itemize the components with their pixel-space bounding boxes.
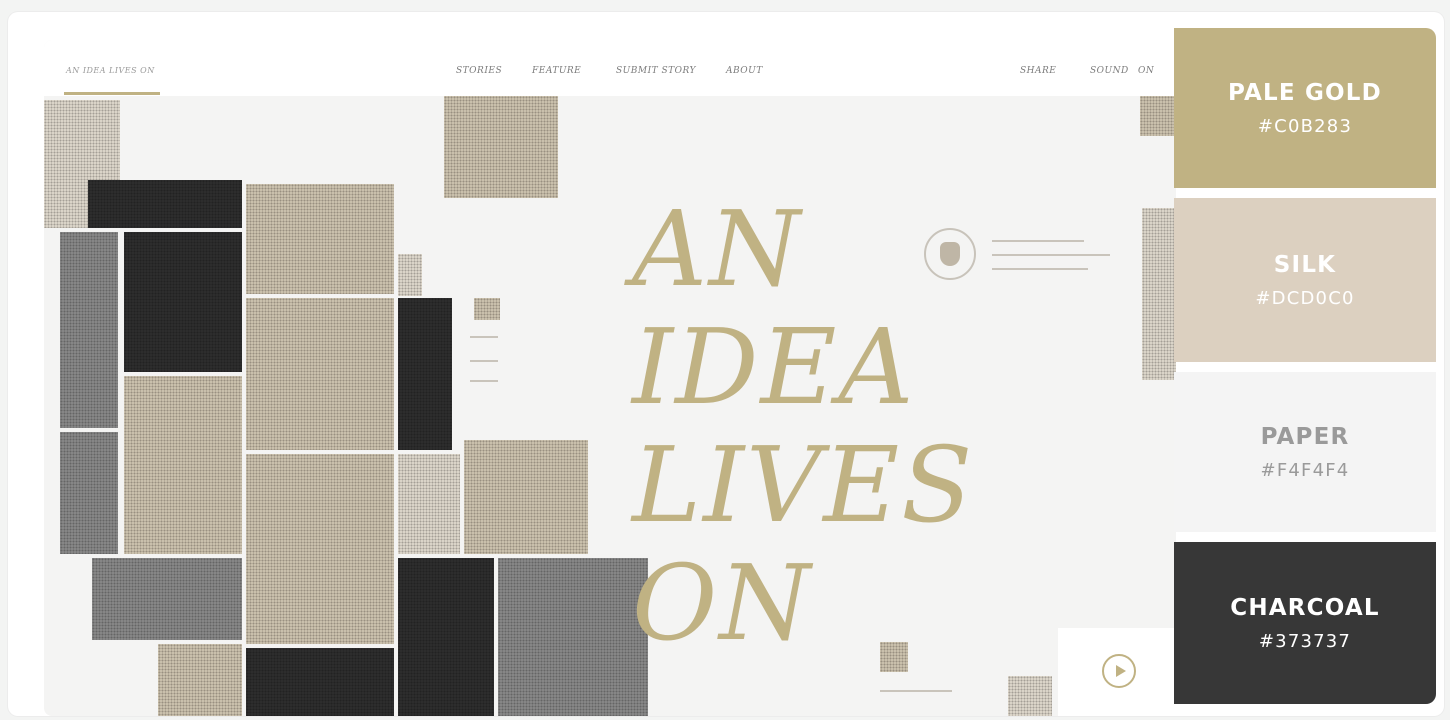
- swatch-hex: #DCD0C0: [1255, 287, 1355, 309]
- site-brand-link[interactable]: AN IDEA LIVES ON: [66, 66, 155, 75]
- collage-photo: [124, 376, 242, 554]
- collage-photo: [498, 558, 648, 716]
- swatch-hex: #C0B283: [1257, 115, 1353, 137]
- collage-photo: [124, 232, 242, 372]
- collage-photo: [1140, 96, 1176, 136]
- collage-photo: [88, 180, 242, 228]
- headline-line: AN: [632, 188, 803, 310]
- swatch-paper: PAPER #F4F4F4: [1174, 372, 1436, 532]
- nav-submit-story[interactable]: SUBMIT STORY: [616, 66, 696, 76]
- swatch-silk: SILK #DCD0C0: [1174, 198, 1436, 362]
- collage-photo: [246, 454, 394, 644]
- nav-stories[interactable]: STORIES: [456, 66, 502, 76]
- collage-photo: [246, 298, 394, 450]
- website-screenshot: AN IDEA LIVES ON STORIES FEATURE SUBMIT …: [44, 40, 1176, 716]
- collage-photo: [444, 96, 558, 198]
- hero-headline: AN IDEA LIVES ON: [632, 190, 974, 662]
- handwritten-note-line: [880, 690, 952, 692]
- collage-photo: [92, 558, 242, 640]
- swatch-name: PALE GOLD: [1228, 79, 1382, 106]
- handwritten-note-line: [992, 254, 1110, 256]
- collage-photo: [398, 298, 452, 450]
- collage-photo: [464, 440, 588, 554]
- swatch-name: SILK: [1273, 251, 1337, 278]
- headline-line: LIVES: [632, 424, 975, 546]
- handwritten-note-line: [992, 240, 1084, 242]
- nav-sound-state[interactable]: ON: [1138, 66, 1154, 76]
- handwritten-note-line: [470, 336, 498, 338]
- collage-photo: [398, 454, 460, 554]
- headline-line: ON: [632, 542, 813, 664]
- collage-photo: [246, 184, 394, 294]
- nav-sound[interactable]: SOUND: [1090, 66, 1129, 76]
- handwritten-note-line: [992, 268, 1088, 270]
- swatch-name: PAPER: [1260, 423, 1350, 450]
- collage-photo: [60, 432, 118, 554]
- collage-photo: [398, 254, 422, 296]
- collage-photo: [1008, 676, 1052, 716]
- collage-photo: [246, 648, 394, 716]
- handwritten-note-line: [470, 380, 498, 382]
- site-top-nav: AN IDEA LIVES ON STORIES FEATURE SUBMIT …: [44, 40, 1176, 96]
- collage-photo: [60, 232, 118, 428]
- swatch-charcoal: CHARCOAL #373737: [1174, 542, 1436, 704]
- play-video-box: [1058, 628, 1176, 716]
- collage-photo: [158, 644, 242, 716]
- swatch-hex: #373737: [1258, 630, 1352, 652]
- play-icon[interactable]: [1102, 654, 1136, 688]
- swatch-pale-gold: PALE GOLD #C0B283: [1174, 28, 1436, 188]
- headline-line: IDEA: [632, 306, 916, 428]
- collage-photo: [474, 298, 500, 320]
- nav-share[interactable]: SHARE: [1020, 66, 1056, 76]
- swatch-hex: #F4F4F4: [1260, 459, 1350, 481]
- nav-feature[interactable]: FEATURE: [532, 66, 581, 76]
- handwritten-note-line: [470, 360, 498, 362]
- nav-about[interactable]: ABOUT: [726, 66, 763, 76]
- swatch-name: CHARCOAL: [1230, 594, 1380, 621]
- collage-photo: [1142, 208, 1176, 380]
- collage-photo: [398, 558, 494, 716]
- palette-card: AN IDEA LIVES ON STORIES FEATURE SUBMIT …: [8, 12, 1444, 716]
- presidential-seal-icon: [924, 228, 976, 280]
- brand-active-underline: [64, 92, 160, 95]
